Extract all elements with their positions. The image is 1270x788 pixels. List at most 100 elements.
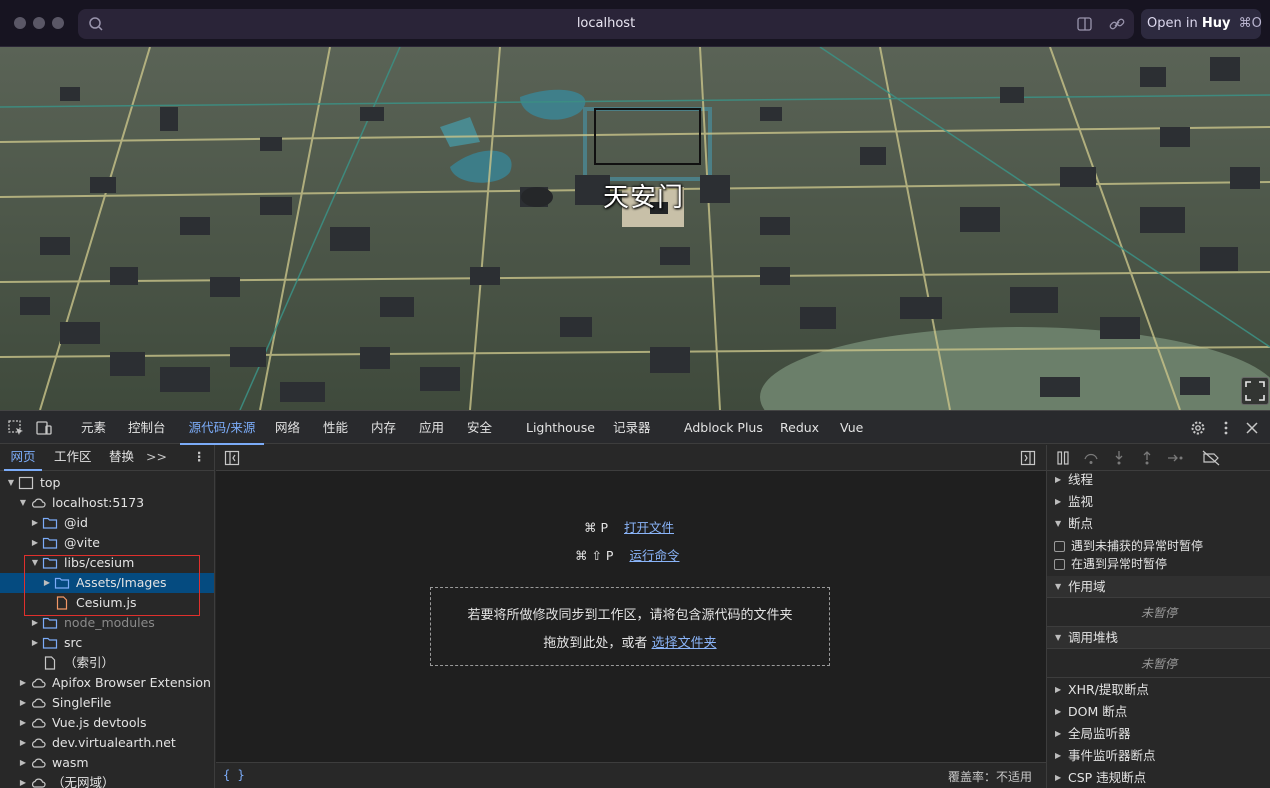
collapsed-arrow-icon[interactable]: ▶ [18, 753, 28, 773]
tree-item[interactable]: ▶ Apifox Browser Extension [0, 673, 214, 693]
section-watch[interactable]: ▶ 监视 [1047, 491, 1270, 513]
section-event-listener-breakpoints[interactable]: ▶ 事件监听器断点 [1047, 745, 1270, 767]
link-icon[interactable] [1108, 15, 1126, 33]
section-threads[interactable]: ▶ 线程 [1047, 469, 1270, 491]
section-xhr-breakpoints[interactable]: ▶ XHR/提取断点 [1047, 679, 1270, 701]
open-in-shortcut: ⌘O [1238, 16, 1262, 31]
tree-item[interactable]: ▼ localhost:5173 [0, 493, 214, 513]
toggle-navigator-icon[interactable] [224, 450, 240, 466]
device-toolbar-icon[interactable] [35, 419, 53, 437]
section-dom-breakpoints[interactable]: ▶ DOM 断点 [1047, 701, 1270, 723]
fullscreen-button[interactable] [1241, 377, 1269, 405]
tab-elements[interactable]: 元素 [81, 411, 106, 445]
tree-item[interactable]: ▶ node_modules [0, 613, 214, 633]
section-breakpoints-label: 断点 [1068, 516, 1094, 531]
tree-item[interactable]: ▶ @id [0, 513, 214, 533]
more-options-icon[interactable] [1217, 419, 1235, 437]
dropzone-line-2: 拖放到此处，或者 选择文件夹 [431, 632, 829, 651]
tree-item-label: libs/cesium [64, 555, 135, 570]
pause-caught-checkbox[interactable] [1054, 559, 1065, 570]
tab-security[interactable]: 安全 [467, 411, 492, 445]
open-in-app-button[interactable]: Open in Huy ⌘O [1141, 9, 1262, 39]
tab-sources[interactable]: 源代码/来源 [180, 411, 264, 445]
collapsed-arrow-icon[interactable]: ▶ [30, 533, 40, 553]
more-tabs-icon[interactable]: >> [146, 445, 167, 471]
step-into-icon[interactable] [1111, 450, 1127, 466]
reader-mode-icon[interactable] [1076, 15, 1094, 33]
tab-adblock-plus[interactable]: Adblock Plus [684, 411, 763, 445]
tab-vue[interactable]: Vue [840, 411, 863, 445]
deactivate-breakpoints-icon[interactable] [1202, 450, 1220, 466]
tab-recorder[interactable]: 记录器 [613, 411, 651, 445]
tab-page[interactable]: 网页 [4, 445, 42, 471]
tree-item-label: （索引） [64, 655, 115, 670]
cesium-map-viewport[interactable]: 天安门 [0, 47, 1270, 410]
tree-item[interactable]: ▶ SingleFile [0, 693, 214, 713]
tree-item[interactable]: ▶ （无网域） [0, 773, 214, 788]
tab-console[interactable]: 控制台 [128, 411, 166, 445]
collapsed-arrow-icon[interactable]: ▶ [18, 693, 28, 713]
step-out-icon[interactable] [1139, 450, 1155, 466]
collapsed-arrow-icon[interactable]: ▶ [30, 513, 40, 533]
tree-item[interactable]: ▼ libs/cesium [0, 553, 214, 573]
tab-redux[interactable]: Redux [780, 411, 819, 445]
step-icon[interactable] [1167, 450, 1185, 466]
pause-caught-option[interactable]: 在遇到异常时暂停 [1047, 555, 1270, 573]
open-file-link[interactable]: 打开文件 [624, 520, 674, 535]
section-breakpoints[interactable]: ▼ 断点 [1047, 513, 1270, 535]
frame-icon [18, 476, 34, 490]
tab-workspace[interactable]: 工作区 [54, 445, 92, 471]
section-scope[interactable]: ▼ 作用域 [1047, 576, 1270, 598]
collapsed-arrow-icon[interactable]: ▶ [18, 733, 28, 753]
select-folder-link[interactable]: 选择文件夹 [652, 636, 717, 651]
close-icon[interactable] [1243, 419, 1261, 437]
tab-application[interactable]: 应用 [419, 411, 444, 445]
collapsed-arrow-icon[interactable]: ▶ [30, 633, 40, 653]
tree-item[interactable]: ▼ top [0, 473, 214, 493]
expanded-arrow-icon[interactable]: ▼ [30, 553, 40, 573]
collapsed-arrow-icon[interactable]: ▶ [18, 773, 28, 788]
close-window-button[interactable] [14, 17, 26, 29]
address-bar[interactable]: localhost [78, 9, 1134, 39]
expanded-arrow-icon[interactable]: ▼ [6, 473, 16, 493]
tab-network[interactable]: 网络 [275, 411, 300, 445]
run-command-link[interactable]: 运行命令 [629, 548, 679, 563]
tab-memory[interactable]: 内存 [371, 411, 396, 445]
tree-item[interactable]: Cesium.js [0, 593, 214, 613]
tree-item[interactable]: ▶ dev.virtualearth.net [0, 733, 214, 753]
collapsed-arrow-icon[interactable]: ▶ [42, 573, 52, 593]
tree-item[interactable]: （索引） [0, 653, 214, 673]
tree-item[interactable]: ▶ wasm [0, 753, 214, 773]
collapsed-arrow-icon[interactable]: ▶ [18, 713, 28, 733]
step-over-icon[interactable] [1083, 450, 1099, 466]
tree-item[interactable]: ▶ Assets/Images [0, 573, 214, 593]
tab-performance[interactable]: 性能 [323, 411, 348, 445]
tab-lighthouse[interactable]: Lighthouse [526, 411, 595, 445]
gear-icon[interactable] [1189, 419, 1207, 437]
call-stack-status: 未暂停 [1047, 650, 1270, 678]
pause-icon[interactable] [1055, 450, 1071, 466]
pause-uncaught-option[interactable]: 遇到未捕获的异常时暂停 [1047, 537, 1270, 555]
section-call-stack[interactable]: ▼ 调用堆栈 [1047, 627, 1270, 649]
collapsed-arrow-icon[interactable]: ▶ [30, 613, 40, 633]
editor-statusbar: { } 覆盖率：不适用 [216, 762, 1046, 788]
collapsed-arrow-icon[interactable]: ▶ [18, 673, 28, 693]
expanded-arrow-icon[interactable]: ▼ [18, 493, 28, 513]
tree-item[interactable]: ▶ @vite [0, 533, 214, 553]
toggle-debugger-icon[interactable] [1020, 450, 1036, 466]
inspect-element-icon[interactable] [7, 419, 25, 437]
tree-item[interactable]: ▶ src [0, 633, 214, 653]
section-global-listeners[interactable]: ▶ 全局监听器 [1047, 723, 1270, 745]
pause-uncaught-checkbox[interactable] [1054, 541, 1065, 552]
tab-overrides[interactable]: 替换 [109, 445, 134, 471]
section-csp-breakpoints[interactable]: ▶ CSP 违规断点 [1047, 767, 1270, 788]
workspace-dropzone[interactable]: 若要将所做修改同步到工作区，请将包含源代码的文件夹 拖放到此处，或者 选择文件夹 [430, 587, 830, 666]
maximize-window-button[interactable] [52, 17, 64, 29]
pretty-print-icon[interactable]: { } [223, 768, 245, 782]
tree-item[interactable]: ▶ Vue.js devtools [0, 713, 214, 733]
cloud-icon [31, 738, 46, 748]
navigator-menu-icon[interactable]: ⋮ [193, 445, 206, 471]
folder-icon [42, 517, 58, 529]
section-watch-label: 监视 [1068, 494, 1094, 509]
minimize-window-button[interactable] [33, 17, 45, 29]
